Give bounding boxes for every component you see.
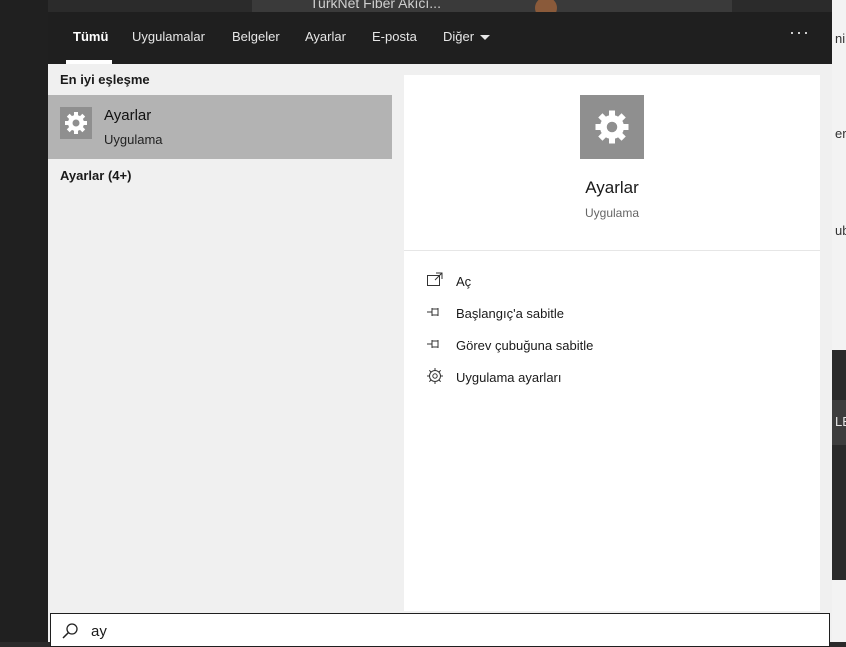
tab-more[interactable]: Diğer: [443, 29, 491, 44]
background-snippet: ni: [835, 31, 846, 46]
open-icon: [427, 272, 443, 286]
gear-icon: [60, 107, 92, 139]
best-match-heading: En iyi eşleşme: [60, 72, 150, 87]
tab-apps[interactable]: Uygulamalar: [132, 29, 205, 44]
gear-icon: [427, 368, 443, 384]
divider: [404, 250, 820, 251]
active-tab-indicator: [66, 60, 112, 64]
pin-icon: [427, 340, 439, 348]
tab-email[interactable]: E-posta: [372, 29, 417, 44]
pin-icon: [427, 308, 439, 316]
tab-documents[interactable]: Belgeler: [232, 29, 280, 44]
tab-settings[interactable]: Ayarlar: [305, 29, 346, 44]
background-snippet: ub: [835, 223, 846, 238]
best-match-title: Ayarlar: [104, 107, 152, 124]
open-action-label: Aç: [456, 274, 472, 289]
more-options-button[interactable]: ···: [789, 22, 810, 43]
gear-icon: [580, 95, 644, 159]
caret-down-icon: [480, 35, 491, 41]
background-snippet: eri: [835, 126, 846, 141]
tab-more-label: Diğer: [443, 29, 475, 44]
detail-panel: Ayarlar Uygulama Aç Başlangıç'a sabitle …: [404, 75, 820, 611]
app-settings-label: Uygulama ayarları: [456, 370, 562, 385]
desktop-left-area: [0, 0, 48, 642]
search-icon: [62, 623, 78, 639]
detail-subtitle: Uygulama: [584, 206, 640, 220]
filter-tab-bar: Tümü Uygulamalar Belgeler Ayarlar E-post…: [48, 12, 832, 64]
search-input[interactable]: [89, 618, 793, 644]
background-window-titlebar: TurkNet Fiber Akıcı...: [252, 0, 732, 19]
best-match-subtitle: Uygulama: [104, 132, 163, 147]
best-match-result[interactable]: Ayarlar Uygulama: [48, 95, 392, 159]
tab-all[interactable]: Tümü: [73, 29, 108, 44]
background-window-right-dark: [832, 350, 846, 580]
pin-to-taskbar-label: Görev çubuğuna sabitle: [456, 338, 594, 353]
background-window-title: TurkNet Fiber Akıcı...: [310, 0, 441, 11]
detail-title: Ayarlar: [585, 178, 639, 197]
pin-to-start-label: Başlangıç'a sabitle: [456, 306, 564, 321]
settings-group-header[interactable]: Ayarlar (4+): [60, 168, 131, 183]
search-window: Tümü Uygulamalar Belgeler Ayarlar E-post…: [48, 12, 832, 647]
background-snippet: LE: [835, 414, 846, 429]
